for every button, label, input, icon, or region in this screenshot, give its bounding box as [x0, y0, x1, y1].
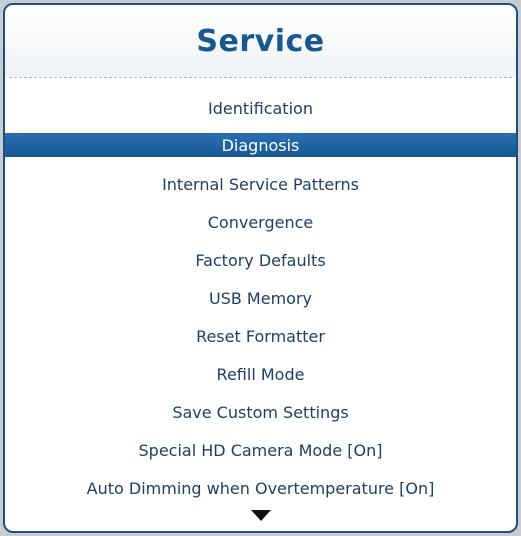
service-menu-panel: Service Identification Diagnosis Interna…	[3, 3, 518, 533]
menu-item-save-custom-settings[interactable]: Save Custom Settings	[5, 393, 516, 431]
menu-item-factory-defaults[interactable]: Factory Defaults	[5, 241, 516, 279]
scroll-down-arrow-icon[interactable]	[250, 510, 271, 521]
menu-list: Identification Diagnosis Internal Servic…	[5, 89, 516, 507]
menu-item-refill-mode[interactable]: Refill Mode	[5, 355, 516, 393]
menu-item-identification[interactable]: Identification	[5, 89, 516, 127]
menu-item-usb-memory[interactable]: USB Memory	[5, 279, 516, 317]
title-divider	[9, 77, 512, 78]
menu-item-internal-service-patterns[interactable]: Internal Service Patterns	[5, 165, 516, 203]
menu-item-diagnosis[interactable]: Diagnosis	[5, 133, 516, 157]
menu-item-special-hd-camera-mode[interactable]: Special HD Camera Mode [On]	[5, 431, 516, 469]
menu-item-auto-dimming[interactable]: Auto Dimming when Overtemperature [On]	[5, 469, 516, 507]
menu-item-reset-formatter[interactable]: Reset Formatter	[5, 317, 516, 355]
menu-title: Service	[5, 5, 516, 77]
menu-item-convergence[interactable]: Convergence	[5, 203, 516, 241]
